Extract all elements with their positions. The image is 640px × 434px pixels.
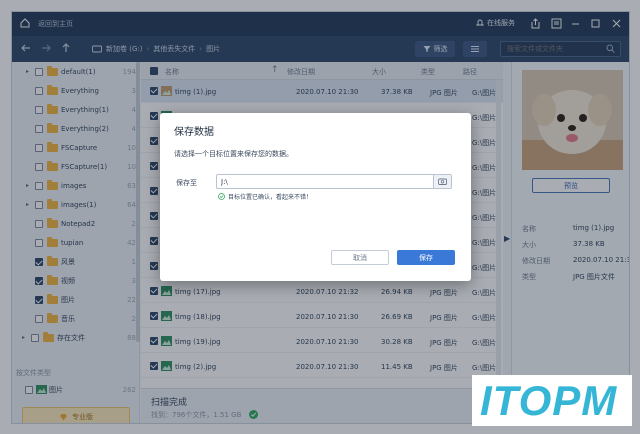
browse-folder-button[interactable] [433,175,451,188]
save-button[interactable]: 保存 [397,250,455,265]
watermark-logo: ITOPM [472,375,632,426]
dialog-description: 请选择一个目标位置来保存您的数据。 [174,150,293,158]
path-valid-text: 目标位置已确认，看起来不错！ [228,194,313,201]
folder-browse-icon [438,178,447,185]
save-path-input[interactable] [221,176,431,187]
save-data-dialog: 保存数据 请选择一个目标位置来保存您的数据。 保存至 目标位置已确认，看起来不错… [160,113,471,281]
cancel-button[interactable]: 取消 [331,250,389,265]
save-path-label: 保存至 [176,179,197,187]
dialog-title: 保存数据 [174,127,214,138]
watermark-text: ITOPM [480,377,618,424]
check-circle-icon [218,193,225,200]
save-path-field [216,174,452,189]
path-valid-message: 目标位置已确认，看起来不错！ [218,192,312,201]
